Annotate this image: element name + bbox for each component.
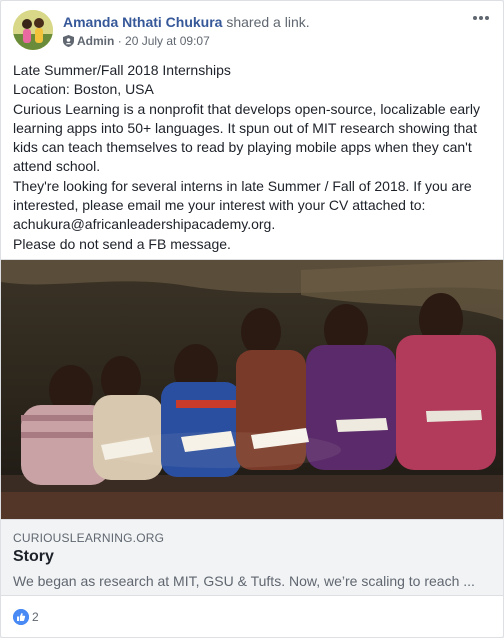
link-title[interactable]: Story [13, 546, 54, 568]
link-domain: CURIOUSLEARNING.ORG [13, 531, 165, 545]
more-options-button[interactable] [471, 10, 491, 26]
link-description: We began as research at MIT, GSU & Tufts… [13, 573, 475, 589]
post-meta: Admin · 20 July at 09:07 [63, 33, 210, 49]
post-card: Amanda Nthati Chukura shared a link. Adm… [0, 0, 504, 638]
post-byline: Amanda Nthati Chukura shared a link. [63, 13, 310, 31]
post-body-text: Late Summer/Fall 2018 Internships Locati… [13, 62, 480, 252]
reaction-summary[interactable]: 2 [13, 608, 39, 626]
meta-separator: · [117, 34, 122, 48]
post-action: shared a link. [226, 14, 310, 30]
avatar[interactable] [13, 10, 53, 50]
link-preview-info[interactable]: CURIOUSLEARNING.ORG Story We began as re… [1, 519, 503, 595]
ellipsis-icon [473, 16, 489, 20]
post-timestamp[interactable]: 20 July at 09:07 [125, 34, 210, 48]
role-badge: Admin [77, 34, 115, 48]
shield-icon [63, 35, 74, 47]
reaction-count: 2 [32, 609, 39, 624]
author-name[interactable]: Amanda Nthati Chukura [63, 14, 222, 30]
link-preview[interactable]: CURIOUSLEARNING.ORG Story We began as re… [1, 259, 503, 596]
like-icon [13, 608, 29, 625]
link-preview-image[interactable] [1, 260, 503, 519]
post-header: Amanda Nthati Chukura shared a link. Adm… [13, 10, 491, 56]
